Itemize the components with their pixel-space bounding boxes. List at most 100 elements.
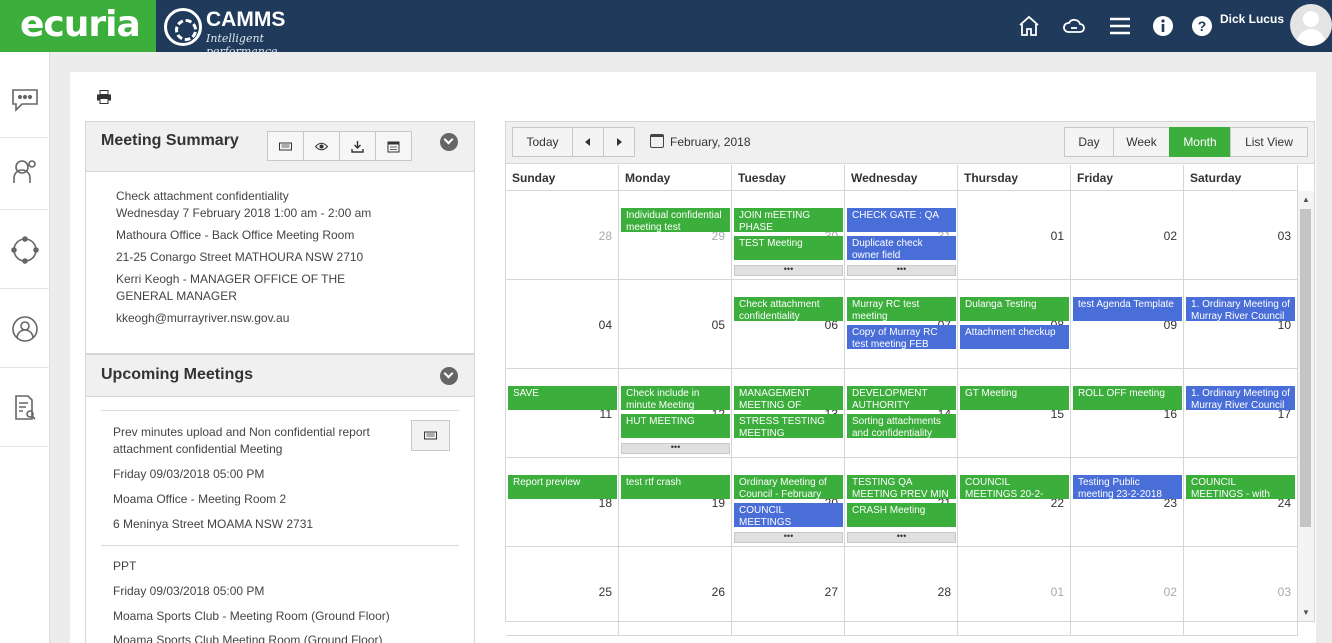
calendar-event[interactable]: Testing Public meeting 23-2-2018 xyxy=(1073,475,1182,499)
upcoming-item-1-title-1[interactable]: Prev minutes upload and Non confidential… xyxy=(113,425,370,439)
day-cell[interactable]: 04 xyxy=(506,280,619,369)
day-cell[interactable]: 26 xyxy=(619,547,732,636)
day-cell[interactable]: 05 xyxy=(619,280,732,369)
calendar-event[interactable]: Duplicate check owner field xyxy=(847,236,956,260)
calendar-event[interactable]: Sorting attachments and confidentiality xyxy=(847,414,956,438)
calendar-event[interactable]: STRESS TESTING MEETING xyxy=(734,414,843,438)
day-cell[interactable]: 03 xyxy=(1184,547,1298,636)
day-cell[interactable]: 06 xyxy=(732,280,845,369)
scroll-up-icon[interactable]: ▲ xyxy=(1302,195,1310,204)
calendar-event[interactable]: CRASH Meeting xyxy=(847,503,956,527)
calendar-event[interactable]: Attachment checkup xyxy=(960,325,1069,349)
month-label[interactable]: February, 2018 xyxy=(670,135,751,149)
summary-collapse-button[interactable] xyxy=(440,133,458,151)
avatar[interactable] xyxy=(1290,4,1332,46)
calendar-event[interactable]: ROLL OFF meeting xyxy=(1073,386,1182,410)
calendar-event[interactable]: DEVELOPMENT AUTHORITY MEETING xyxy=(847,386,956,410)
more-events-button[interactable]: ••• xyxy=(734,265,843,276)
calendar-event[interactable]: HUT MEETING xyxy=(621,414,730,438)
day-cell[interactable]: 02 xyxy=(1071,547,1184,636)
view-week-button[interactable]: Week xyxy=(1113,127,1170,157)
calendar-event[interactable]: Ordinary Meeting of Council - February 2… xyxy=(734,475,843,499)
summary-email[interactable]: kkeogh@murrayriver.nsw.gov.au xyxy=(116,311,289,325)
ecuria-logo[interactable]: ecuria xyxy=(0,0,156,52)
calendar-event[interactable]: COUNCIL MEETINGS xyxy=(734,503,843,527)
prev-month-button[interactable] xyxy=(572,127,604,157)
calendar-icon[interactable] xyxy=(375,131,412,161)
more-events-button[interactable]: ••• xyxy=(734,532,843,543)
chat-icon[interactable] xyxy=(0,60,50,138)
scroll-thumb[interactable] xyxy=(1300,209,1311,527)
cloud-icon[interactable] xyxy=(1062,14,1086,38)
calendar-event[interactable]: TEST Meeting xyxy=(734,236,843,260)
calendar-event[interactable]: CHECK GATE : QA xyxy=(847,208,956,232)
report-search-icon[interactable] xyxy=(0,369,50,447)
day-cell[interactable]: 28 xyxy=(845,547,958,636)
download-icon[interactable] xyxy=(339,131,376,161)
more-events-button[interactable]: ••• xyxy=(847,532,956,543)
today-button[interactable]: Today xyxy=(512,127,573,157)
user-circle-icon[interactable] xyxy=(0,290,50,368)
calendar-event[interactable]: Individual confidential meeting test xyxy=(621,208,730,232)
day-cell[interactable]: 22 xyxy=(958,458,1071,547)
more-events-button[interactable]: ••• xyxy=(847,265,956,276)
more-events-button[interactable]: ••• xyxy=(621,443,730,454)
calendar-event[interactable]: test rtf crash xyxy=(621,475,730,499)
day-cell[interactable]: 24 xyxy=(1184,458,1298,547)
day-cell[interactable]: 16 xyxy=(1071,369,1184,458)
eye-icon[interactable] xyxy=(303,131,340,161)
calendar-event[interactable]: COUNCIL MEETINGS 20-2-2018 xyxy=(960,475,1069,499)
calendar-event[interactable]: MANAGEMENT MEETING OF ECURIA xyxy=(734,386,843,410)
upcoming-item-2-title[interactable]: PPT xyxy=(113,559,136,573)
calendar-event[interactable]: JOIN mEETING PHASE xyxy=(734,208,843,232)
calendar-event[interactable]: Murray RC test meeting xyxy=(847,297,956,321)
summary-meeting-title[interactable]: Check attachment confidentiality xyxy=(116,189,289,203)
calendar-event[interactable]: 1. Ordinary Meeting of Murray River Coun… xyxy=(1186,297,1295,321)
upcoming-collapse-button[interactable] xyxy=(440,367,458,385)
calendar-event[interactable]: 1. Ordinary Meeting of Murray River Coun… xyxy=(1186,386,1295,410)
calendar-event[interactable]: Check include in minute Meeting xyxy=(621,386,730,410)
print-icon[interactable] xyxy=(96,90,112,104)
calendar-event[interactable]: TESTING QA MEETING PREV MIN xyxy=(847,475,956,499)
upcoming-keyboard-button[interactable] xyxy=(411,420,450,451)
person-gear-icon[interactable] xyxy=(0,132,50,210)
cycle-icon[interactable] xyxy=(0,211,50,289)
home-icon[interactable] xyxy=(1017,14,1041,38)
day-cell[interactable]: 10 xyxy=(1184,280,1298,369)
view-day-button[interactable]: Day xyxy=(1064,127,1114,157)
day-cell[interactable]: 25 xyxy=(506,547,619,636)
upcoming-item-1-title-2[interactable]: attachment confidential Meeting xyxy=(113,442,282,456)
day-cell[interactable]: 27 xyxy=(732,547,845,636)
user-name[interactable]: Dick Lucus xyxy=(1220,12,1284,26)
calendar-event[interactable]: Dulanga Testing xyxy=(960,297,1069,321)
keyboard-icon[interactable] xyxy=(267,131,304,161)
calendar-event[interactable]: COUNCIL MEETINGS - with voting 22-2-2018 xyxy=(1186,475,1295,499)
day-cell[interactable]: 03 xyxy=(1184,191,1298,280)
day-cell[interactable]: 15 xyxy=(958,369,1071,458)
menu-icon[interactable] xyxy=(1108,14,1132,38)
info-icon[interactable] xyxy=(1151,14,1175,38)
calendar-event[interactable]: test Agenda Template xyxy=(1073,297,1182,321)
day-cell[interactable]: 28 xyxy=(506,191,619,280)
view-month-button[interactable]: Month xyxy=(1169,127,1231,157)
day-cell[interactable]: 01 xyxy=(958,547,1071,636)
calendar-event[interactable]: SAVE xyxy=(508,386,617,410)
day-cell[interactable]: 09 xyxy=(1071,280,1184,369)
calendar-event[interactable]: GT Meeting xyxy=(960,386,1069,410)
next-month-button[interactable] xyxy=(603,127,635,157)
help-icon[interactable]: ? xyxy=(1190,14,1214,38)
scroll-down-icon[interactable]: ▼ xyxy=(1302,608,1310,617)
view-list-button[interactable]: List View xyxy=(1230,127,1308,157)
day-cell[interactable]: 17 xyxy=(1184,369,1298,458)
day-cell[interactable]: 29 xyxy=(619,191,732,280)
day-cell[interactable]: 02 xyxy=(1071,191,1184,280)
calendar-event[interactable]: Report preview xyxy=(508,475,617,499)
day-cell[interactable]: 01 xyxy=(958,191,1071,280)
calendar-scrollbar[interactable]: ▲ ▼ xyxy=(1298,191,1314,621)
day-cell[interactable]: 23 xyxy=(1071,458,1184,547)
day-cell[interactable]: 19 xyxy=(619,458,732,547)
calendar-event[interactable]: Copy of Murray RC test meeting FEB xyxy=(847,325,956,349)
day-cell[interactable]: 18 xyxy=(506,458,619,547)
calendar-event[interactable]: Check attachment confidentiality xyxy=(734,297,843,321)
day-cell[interactable]: 11 xyxy=(506,369,619,458)
